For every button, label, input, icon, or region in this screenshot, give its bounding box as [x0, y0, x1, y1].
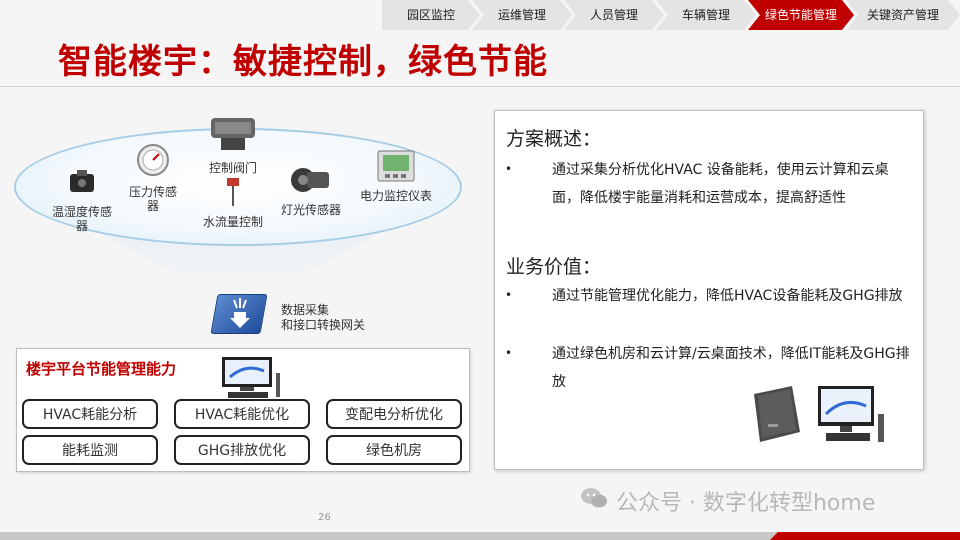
top-nav: 园区监控 运维管理 人员管理 车辆管理 绿色节能管理 关键资产管理: [360, 0, 960, 30]
device-control-valve: 控制阀门: [200, 116, 266, 175]
gateway-arrow-icon: [226, 296, 254, 336]
footer-accent: [770, 532, 960, 540]
thin-client-icon: [748, 384, 808, 450]
nav-item-personnel[interactable]: 人员管理: [564, 0, 664, 30]
power-meter-icon: [360, 150, 432, 186]
capability-title: 楼宇平台节能管理能力: [26, 360, 177, 378]
device-label: 电力监控仪表: [360, 189, 433, 203]
nav-item-green-energy[interactable]: 绿色节能管理: [748, 0, 854, 30]
bullet: •: [505, 288, 513, 302]
watermark-text: 公众号 · 数字化转型home: [616, 491, 876, 516]
title-divider: [0, 86, 960, 87]
device-water-flow: 水流量控制: [198, 178, 268, 229]
gateway-label-line2: 和接口转换网关: [281, 318, 366, 332]
device-label: 灯光传感器: [280, 203, 341, 217]
monitor-icon: [216, 355, 286, 405]
bullet: •: [505, 162, 513, 176]
ghg-optimization-button[interactable]: GHG排放优化: [174, 435, 310, 465]
device-label: 压力传感器: [128, 185, 177, 213]
nav-item-vehicles[interactable]: 车辆管理: [656, 0, 756, 30]
green-datacenter-button[interactable]: 绿色机房: [326, 435, 462, 465]
nav-item-key-assets[interactable]: 关键资产管理: [846, 0, 960, 30]
gateway-label-line1: 数据采集: [281, 303, 330, 317]
page-number: 26: [318, 512, 331, 523]
device-light-sensor: 灯光传感器: [280, 162, 342, 217]
gateway-label: 数据采集 和接口转换网关: [281, 303, 365, 333]
watermark: 公众号 · 数字化转型home: [580, 485, 875, 517]
device-label: 温湿度传感器: [52, 205, 113, 233]
overview-heading: 方案概述：: [506, 128, 602, 150]
device-label: 水流量控制: [202, 215, 263, 229]
value-item-1: 通过节能管理优化能力，降低HVAC设备能耗及GHG排放: [552, 288, 903, 304]
energy-monitoring-button[interactable]: 能耗监测: [22, 435, 158, 465]
flow-switch-icon: [198, 178, 268, 212]
wechat-icon: [580, 486, 608, 516]
temp-sensor-icon: [52, 168, 112, 202]
device-pressure: 压力传感器: [124, 142, 182, 213]
hvac-optimization-button[interactable]: HVAC耗能优化: [174, 399, 310, 429]
value-heading: 业务价值：: [506, 256, 602, 278]
power-distribution-button[interactable]: 变配电分析优化: [326, 399, 462, 429]
pressure-gauge-icon: [124, 142, 182, 182]
overview-summary: 通过采集分析优化HVAC 设备能耗，使用云计算和云桌面，降低楼宇能量消耗和运营成…: [552, 162, 889, 206]
desktop-monitor-icon: [814, 384, 890, 450]
nav-item-park-monitoring[interactable]: 园区监控: [382, 0, 480, 30]
bullet: •: [505, 346, 513, 360]
hvac-analysis-button[interactable]: HVAC耗能分析: [22, 399, 158, 429]
device-power-meter: 电力监控仪表: [360, 150, 432, 203]
device-temp-humidity: 温湿度传感器: [52, 168, 112, 233]
device-label: 控制阀门: [208, 161, 257, 175]
page-title: 智能楼宇：敏捷控制，绿色节能: [58, 42, 548, 82]
nav-item-operations[interactable]: 运维管理: [472, 0, 572, 30]
light-sensor-icon: [280, 162, 342, 200]
valve-actuator-icon: [200, 116, 266, 158]
